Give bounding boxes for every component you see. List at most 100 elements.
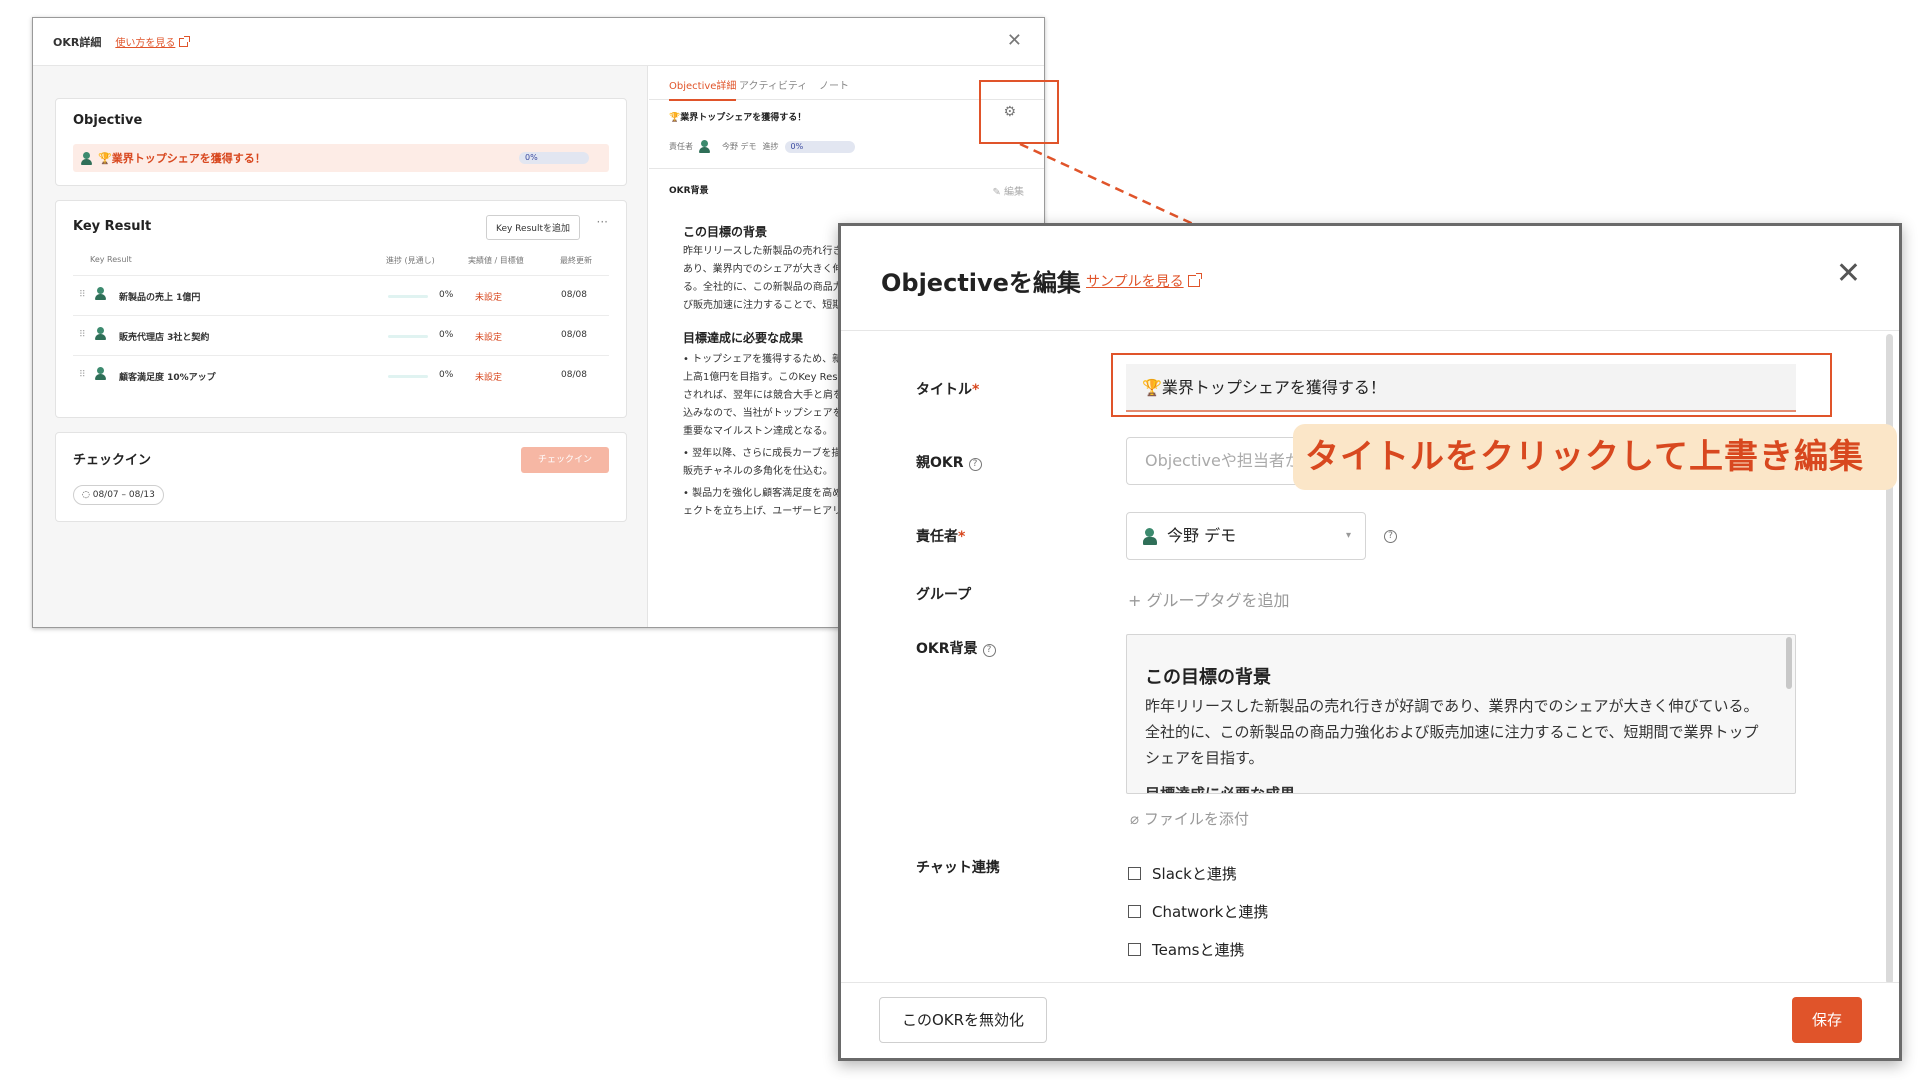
modal-footer: このOKRを無効化 保存 bbox=[841, 982, 1899, 1058]
user-icon bbox=[699, 140, 710, 153]
modal-header: Objectiveを編集 サンプルを見る ✕ bbox=[841, 226, 1899, 331]
checkin-button[interactable]: チェックイン bbox=[521, 447, 609, 473]
kr-col-progress: 進捗 (見通し) bbox=[386, 256, 435, 265]
title-label: タイトル* bbox=[916, 382, 980, 398]
tab-activity[interactable]: アクティビティ bbox=[739, 77, 807, 92]
help-icon[interactable]: ? bbox=[968, 458, 982, 471]
paperclip-icon: ⌀ bbox=[1130, 810, 1144, 828]
chatwork-checkbox[interactable]: Chatworkと連携 bbox=[1128, 901, 1268, 922]
bg-editor-heading: この目標の背景 bbox=[1145, 667, 1271, 688]
rp-progress: 0% bbox=[784, 140, 855, 153]
kr-updated: 08/08 bbox=[561, 290, 587, 300]
drag-handle-icon[interactable]: ⠿ bbox=[79, 290, 86, 300]
okr-background-label: OKR背景? bbox=[916, 638, 996, 658]
sample-link[interactable]: サンプルを見る bbox=[1086, 271, 1202, 291]
okr-window-header: OKR詳細 使い方を見る ✕ bbox=[33, 18, 1044, 66]
owner-name: 今野 デモ bbox=[722, 142, 757, 151]
user-icon bbox=[95, 287, 106, 300]
section-label: OKR背景 bbox=[669, 186, 709, 196]
pencil-icon: ✎ bbox=[992, 187, 1004, 198]
kr-progress: 0% bbox=[439, 370, 454, 380]
result-heading: 目標達成に必要な成果 bbox=[683, 331, 804, 345]
external-link-icon bbox=[179, 36, 191, 47]
kr-progress: 0% bbox=[439, 330, 454, 340]
okr-background-editor[interactable]: この目標の背景 昨年リリースした新製品の売れ行きが好調であり、業界内でのシェアが… bbox=[1126, 634, 1796, 794]
kr-col-updated: 最終更新 bbox=[560, 256, 592, 265]
kr-name: 販売代理店 3社と契約 bbox=[119, 333, 210, 343]
objective-text: 🏆業界トップシェアを獲得する！ bbox=[98, 152, 266, 165]
checkin-date-range[interactable]: ◌ 08/07 – 08/13 bbox=[73, 485, 164, 505]
objective-progress: 0% bbox=[519, 152, 589, 164]
user-icon bbox=[95, 367, 106, 380]
group-label: グループ bbox=[916, 587, 972, 603]
tab-objective-detail[interactable]: Objective詳細 bbox=[669, 77, 737, 101]
kr-col-name: Key Result bbox=[90, 255, 132, 264]
kr-updated: 08/08 bbox=[561, 370, 587, 380]
deactivate-okr-button[interactable]: このOKRを無効化 bbox=[879, 997, 1047, 1043]
checkin-card: チェックイン チェックイン ◌ 08/07 – 08/13 bbox=[55, 432, 627, 522]
bg-heading: この目標の背景 bbox=[683, 225, 768, 239]
title-highlight-box bbox=[1111, 353, 1832, 417]
drag-handle-icon[interactable]: ⠿ bbox=[79, 370, 86, 380]
progress-label: 進捗 bbox=[762, 142, 779, 151]
user-icon bbox=[81, 151, 92, 165]
gear-highlight-box bbox=[979, 80, 1059, 144]
objective-card: Objective 🏆業界トップシェアを獲得する！ 0% bbox=[55, 98, 627, 186]
bg-editor-next-heading: 目標達成に必要な成果 bbox=[1145, 785, 1296, 794]
add-key-result-button[interactable]: Key Resultを追加 bbox=[486, 215, 580, 240]
chevron-down-icon: ▾ bbox=[1345, 530, 1351, 541]
annotation-callout: タイトルをクリックして上書き編集 bbox=[1293, 424, 1897, 490]
kr-value[interactable]: 未設定 bbox=[475, 290, 502, 303]
kr-row[interactable]: ⠿ 顧客満足度 10%アップ 0% 未設定 08/08 bbox=[73, 355, 609, 395]
kr-progress-bar bbox=[388, 375, 428, 378]
close-icon[interactable]: ✕ bbox=[1836, 256, 1861, 291]
slack-checkbox[interactable]: Slackと連携 bbox=[1128, 863, 1237, 884]
rp-meta: 責任者 今野 デモ 進捗 0% bbox=[669, 140, 855, 153]
kr-col-value: 実績値 / 目標値 bbox=[468, 256, 524, 265]
kr-table-header: Key Result 進捗 (見通し) 実績値 / 目標値 最終更新 bbox=[56, 255, 626, 269]
attach-file-button[interactable]: ⌀ ファイルを添付 bbox=[1130, 808, 1249, 829]
editor-scrollbar[interactable] bbox=[1786, 637, 1792, 689]
close-icon[interactable]: ✕ bbox=[1007, 30, 1022, 51]
external-link-icon bbox=[1187, 273, 1202, 287]
kr-row[interactable]: ⠿ 販売代理店 3社と契約 0% 未設定 08/08 bbox=[73, 315, 609, 355]
teams-checkbox[interactable]: Teamsと連携 bbox=[1128, 939, 1244, 960]
kr-progress: 0% bbox=[439, 290, 454, 300]
checkbox-icon bbox=[1128, 943, 1141, 956]
kr-updated: 08/08 bbox=[561, 330, 587, 340]
kr-value[interactable]: 未設定 bbox=[475, 330, 502, 343]
more-icon[interactable]: ··· bbox=[597, 215, 608, 229]
user-icon bbox=[95, 327, 106, 340]
objective-heading: Objective bbox=[73, 113, 143, 128]
howto-link[interactable]: 使い方を見る bbox=[115, 34, 191, 49]
checkin-heading: チェックイン bbox=[73, 453, 152, 468]
user-icon bbox=[1143, 527, 1157, 545]
help-icon[interactable]: ? bbox=[1384, 530, 1397, 543]
modal-title: Objectiveを編集 bbox=[881, 269, 1081, 297]
chat-integration-label: チャット連携 bbox=[916, 860, 1000, 876]
kr-name: 新製品の売上 1億円 bbox=[119, 293, 201, 303]
key-result-heading: Key Result bbox=[73, 219, 152, 234]
okr-window-title: OKR詳細 bbox=[53, 35, 102, 49]
bg-editor-text: 昨年リリースした新製品の売れ行きが好調であり、業界内でのシェアが大きく伸びている… bbox=[1145, 697, 1759, 767]
owner-label: 責任者* bbox=[916, 529, 966, 545]
owner-select[interactable]: 今野 デモ ▾ bbox=[1126, 512, 1366, 560]
objective-row[interactable]: 🏆業界トップシェアを獲得する！ 0% bbox=[73, 144, 609, 172]
kr-name: 顧客満足度 10%アップ bbox=[119, 373, 216, 383]
parent-okr-label: 親OKR? bbox=[916, 452, 982, 472]
owner-value: 今野 デモ bbox=[1167, 526, 1237, 545]
okr-left-pane: Objective 🏆業界トップシェアを獲得する！ 0% Key Result … bbox=[33, 66, 648, 627]
save-button[interactable]: 保存 bbox=[1792, 997, 1862, 1043]
tab-notes[interactable]: ノート bbox=[819, 77, 849, 92]
checkbox-icon bbox=[1128, 905, 1141, 918]
kr-row[interactable]: ⠿ 新製品の売上 1億円 0% 未設定 08/08 bbox=[73, 275, 609, 315]
edit-link[interactable]: ✎ 編集 bbox=[992, 183, 1024, 198]
add-group-tag-button[interactable]: + グループタグを追加 bbox=[1128, 587, 1290, 611]
help-icon[interactable]: ? bbox=[982, 644, 996, 657]
drag-handle-icon[interactable]: ⠿ bbox=[79, 330, 86, 340]
kr-progress-bar bbox=[388, 295, 428, 298]
rp-objective-title: 🏆業界トップシェアを獲得する！ bbox=[669, 113, 807, 123]
key-result-card: Key Result Key Resultを追加 ··· Key Result … bbox=[55, 200, 627, 418]
kr-progress-bar bbox=[388, 335, 428, 338]
kr-value[interactable]: 未設定 bbox=[475, 370, 502, 383]
